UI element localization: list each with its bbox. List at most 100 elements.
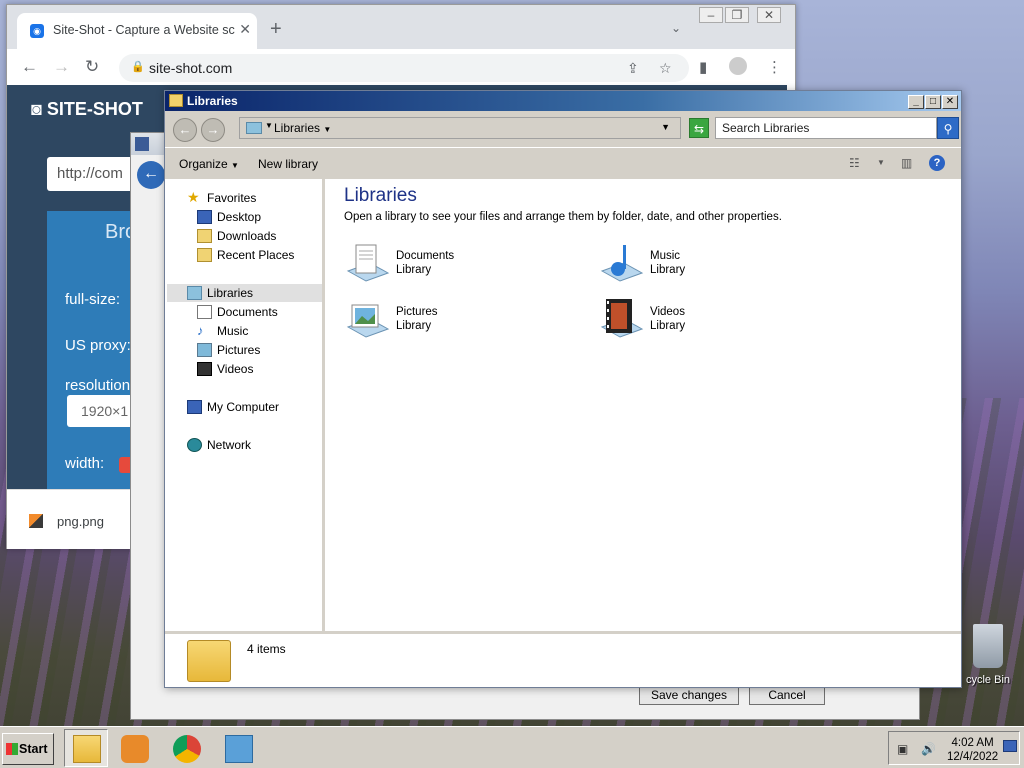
- libraries-folder-icon: [169, 94, 183, 107]
- bookmark-star-icon[interactable]: ☆: [659, 60, 672, 77]
- taskbar-explorer[interactable]: [64, 729, 108, 767]
- recent-places-icon: [197, 248, 212, 262]
- view-options-icon[interactable]: ☷: [849, 156, 860, 170]
- url-text: site-shot.com: [149, 60, 233, 76]
- profile-avatar-icon[interactable]: [729, 57, 747, 75]
- resolution-label: resolution: [65, 377, 131, 394]
- library-documents[interactable]: Documents Library: [344, 241, 544, 291]
- share-icon[interactable]: ⇪: [627, 60, 639, 77]
- preview-pane-icon[interactable]: ▥: [901, 156, 912, 170]
- tab-search-icon[interactable]: ⌄: [671, 21, 681, 35]
- chrome-toolbar: ← → ↻ 🔒 site-shot.com ⇪ ☆ ▮ ⋮: [7, 49, 795, 85]
- search-input[interactable]: Search Libraries: [715, 117, 937, 139]
- volume-icon[interactable]: 🔊: [921, 742, 936, 756]
- nav-desktop[interactable]: Desktop: [197, 208, 261, 226]
- back-icon[interactable]: ←: [21, 57, 38, 77]
- minimize-button[interactable]: _: [908, 95, 924, 109]
- nav-network[interactable]: Network: [187, 436, 251, 454]
- documents-library-icon: [346, 244, 390, 282]
- window-title: Libraries: [187, 94, 238, 108]
- lock-icon: 🔒: [131, 61, 145, 73]
- search-icon[interactable]: ⚲: [937, 117, 959, 139]
- restore-button[interactable]: ❐: [725, 7, 749, 23]
- nav-videos[interactable]: Videos: [197, 360, 253, 378]
- new-library-button[interactable]: New library: [258, 157, 318, 171]
- new-tab-button[interactable]: +: [270, 18, 282, 41]
- maximize-button[interactable]: □: [925, 95, 941, 109]
- library-pictures[interactable]: Pictures Library: [344, 297, 544, 347]
- page-title: Libraries: [344, 185, 417, 206]
- details-pane: 4 items: [165, 631, 961, 687]
- nav-music[interactable]: ♪ Music: [197, 322, 248, 340]
- save-changes-button[interactable]: Save changes: [639, 685, 739, 705]
- downloads-icon: [197, 229, 212, 243]
- cancel-button[interactable]: Cancel: [749, 685, 825, 705]
- nav-libraries[interactable]: Libraries: [167, 284, 322, 302]
- dialog-app-icon: [135, 137, 149, 151]
- full-size-label: full-size:: [65, 291, 121, 308]
- download-item[interactable]: png.png: [29, 514, 104, 529]
- help-icon[interactable]: ?: [929, 155, 945, 171]
- nav-pictures[interactable]: Pictures: [197, 341, 260, 359]
- taskbar-media-player[interactable]: [112, 729, 156, 767]
- site-logo: ◙ SITE-SHOT: [31, 99, 143, 119]
- navigation-pane: ★ Favorites Desktop Downloads Recent Plac…: [165, 179, 325, 631]
- show-desktop-icon[interactable]: [1003, 740, 1017, 752]
- media-player-icon: [121, 735, 149, 763]
- taskbar: Start ▣ 🔊 4:02 AM 12/4/2022: [0, 726, 1024, 768]
- videos-icon: [197, 362, 212, 376]
- breadcrumb-arrow-icon[interactable]: ▼: [265, 121, 273, 130]
- control-panel-icon: [225, 735, 253, 763]
- organize-button[interactable]: Organize ▼: [179, 157, 239, 171]
- music-icon: ♪: [197, 323, 204, 338]
- address-bar[interactable]: ▼ Libraries ▼ ▼: [239, 117, 681, 139]
- refresh-button[interactable]: ⇆: [689, 118, 709, 138]
- address-bar[interactable]: 🔒 site-shot.com ⇪ ☆: [119, 54, 689, 82]
- nav-recent-places[interactable]: Recent Places: [197, 246, 294, 264]
- desktop-icon: [197, 210, 212, 224]
- image-file-icon: [29, 514, 43, 528]
- nav-favorites[interactable]: ★ Favorites: [187, 189, 256, 207]
- dialog-back-icon[interactable]: ←: [137, 161, 165, 189]
- close-tab-icon[interactable]: ✕: [239, 21, 251, 38]
- menu-kebab-icon[interactable]: ⋮: [767, 58, 782, 76]
- recycle-bin-icon: [973, 624, 1003, 668]
- start-button[interactable]: Start: [2, 733, 54, 765]
- libraries-icon: [246, 122, 262, 134]
- libraries-folder-icon: [187, 640, 231, 682]
- network-tray-icon[interactable]: ▣: [897, 742, 908, 756]
- nav-documents[interactable]: Documents: [197, 303, 278, 321]
- star-icon: ★: [187, 189, 200, 205]
- library-videos[interactable]: Videos Library: [598, 297, 798, 347]
- nav-downloads[interactable]: Downloads: [197, 227, 276, 245]
- library-music[interactable]: Music Library: [598, 241, 798, 291]
- nav-my-computer[interactable]: My Computer: [187, 398, 279, 416]
- proxy-label: US proxy:: [65, 337, 131, 354]
- taskbar-control-panel[interactable]: [216, 729, 260, 767]
- recycle-bin[interactable]: cycle Bin: [958, 624, 1018, 686]
- chrome-icon: [173, 735, 201, 763]
- view-dropdown-icon[interactable]: ▼: [877, 158, 885, 167]
- minimize-button[interactable]: –: [699, 7, 723, 23]
- taskbar-chrome[interactable]: [164, 729, 208, 767]
- clock[interactable]: 4:02 AM 12/4/2022: [947, 736, 998, 764]
- system-tray: ▣ 🔊 4:02 AM 12/4/2022: [888, 731, 1020, 765]
- browser-tab[interactable]: ◉ Site-Shot - Capture a Website sc ✕: [17, 13, 257, 49]
- page-subtitle: Open a library to see your files and arr…: [344, 211, 782, 223]
- side-panel-icon[interactable]: ▮: [699, 58, 707, 76]
- forward-icon[interactable]: →: [53, 57, 70, 77]
- breadcrumb-libraries[interactable]: Libraries: [274, 121, 320, 135]
- close-button[interactable]: ✕: [942, 95, 958, 109]
- close-button[interactable]: ✕: [757, 7, 781, 23]
- documents-icon: [197, 305, 212, 319]
- back-button[interactable]: ←: [173, 118, 197, 142]
- forward-button[interactable]: →: [201, 118, 225, 142]
- pictures-library-icon: [346, 304, 390, 338]
- windows-logo-icon: [6, 743, 18, 755]
- address-dropdown-icon[interactable]: ▼: [661, 122, 670, 132]
- camera-icon: ◉: [30, 24, 44, 38]
- tab-title: Site-Shot - Capture a Website sc: [53, 23, 235, 37]
- command-bar: Organize ▼ New library ☷ ▼ ▥ ?: [165, 147, 961, 179]
- recycle-bin-label: cycle Bin: [965, 674, 1011, 686]
- reload-icon[interactable]: ↻: [85, 57, 99, 77]
